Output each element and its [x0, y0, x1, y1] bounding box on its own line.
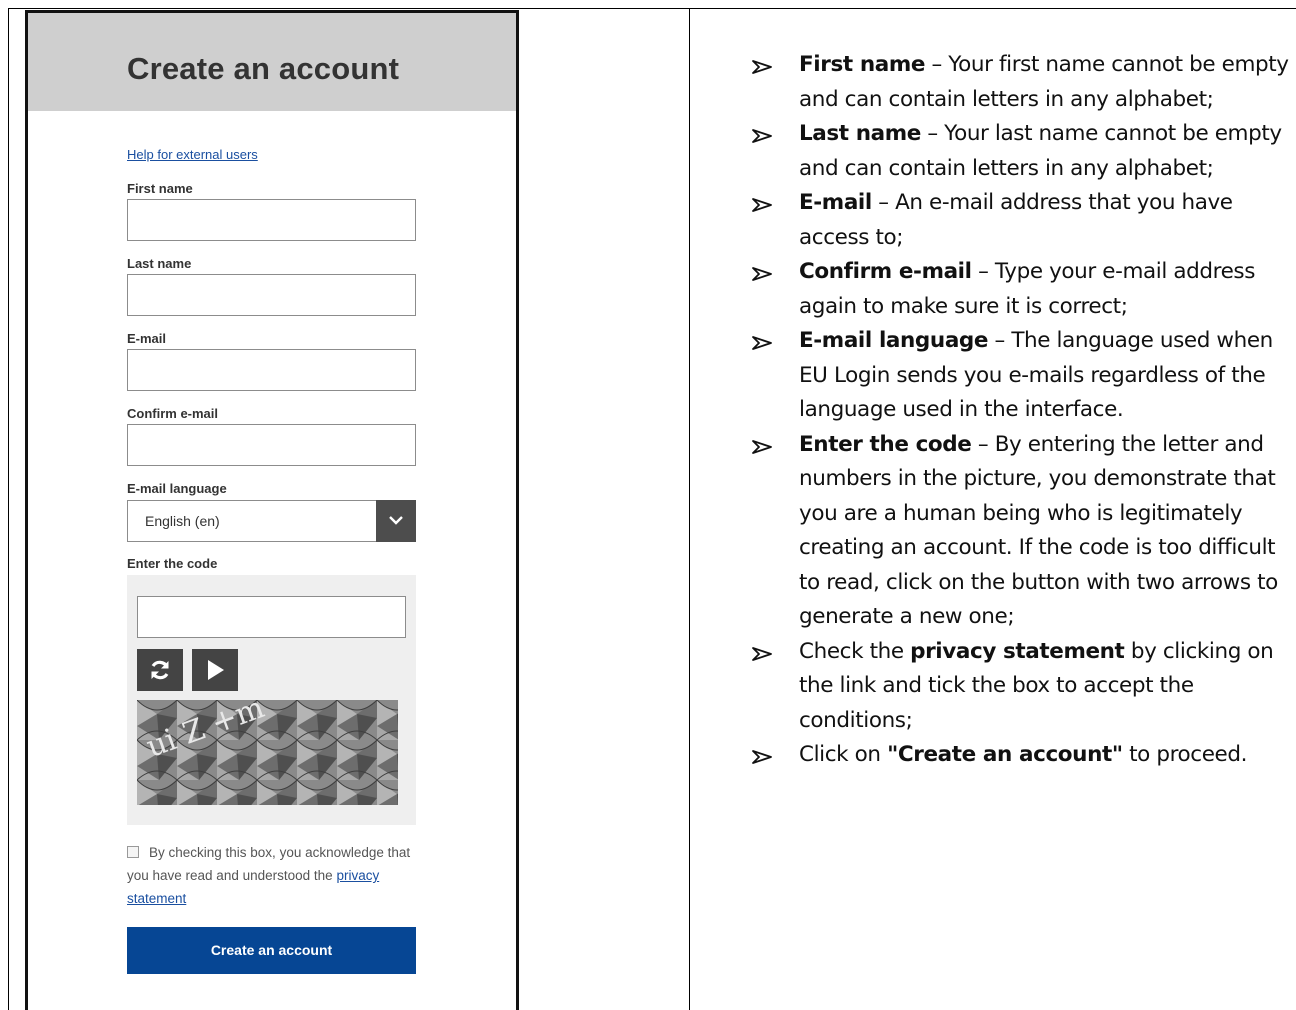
- table-left-border: [8, 8, 9, 1010]
- confirm-email-label: Confirm e-mail: [127, 406, 219, 421]
- play-icon: [208, 660, 224, 680]
- first-name-input[interactable]: [127, 199, 416, 241]
- captcha-image: ui Z +m: [137, 700, 398, 805]
- form-body: Help for external users First name Last …: [28, 13, 516, 1010]
- list-item: E-mail – An e-mail address that you have…: [752, 186, 1292, 255]
- list-item: Enter the code – By entering the letter …: [752, 428, 1292, 635]
- list-item: First name – Your first name cannot be e…: [752, 48, 1292, 117]
- first-name-label: First name: [127, 181, 193, 196]
- arrowhead-icon: [752, 750, 772, 764]
- instruction-list: First name – Your first name cannot be e…: [752, 48, 1292, 773]
- create-account-button[interactable]: Create an account: [127, 927, 416, 974]
- email-language-value: English (en): [145, 513, 220, 529]
- email-language-select[interactable]: English (en): [127, 500, 416, 542]
- help-external-users-link[interactable]: Help for external users: [127, 147, 258, 162]
- arrowhead-icon: [752, 646, 772, 661]
- privacy-checkbox[interactable]: [127, 846, 139, 858]
- captcha-input[interactable]: [137, 596, 406, 638]
- arrowhead-icon: [752, 439, 772, 454]
- table-top-border: [8, 8, 1296, 9]
- last-name-input[interactable]: [127, 274, 416, 316]
- table-column-divider: [689, 8, 690, 1010]
- privacy-consent: By checking this box, you acknowledge th…: [127, 841, 427, 910]
- refresh-captcha-button[interactable]: [137, 649, 183, 691]
- list-item: Confirm e-mail – Type your e-mail addres…: [752, 255, 1292, 324]
- email-language-label: E-mail language: [127, 481, 227, 496]
- play-audio-button[interactable]: [192, 649, 238, 691]
- chevron-down-icon: [389, 516, 403, 525]
- arrowhead-icon: [752, 198, 772, 212]
- arrowhead-icon: [752, 129, 772, 143]
- email-label: E-mail: [127, 331, 167, 346]
- arrowhead-icon: [752, 60, 772, 74]
- code-label: Enter the code: [127, 556, 218, 571]
- arrowhead-icon: [752, 267, 772, 281]
- last-name-label: Last name: [127, 256, 192, 271]
- list-item: Check the privacy statement by clicking …: [752, 635, 1292, 739]
- list-item: Last name – Your last name cannot be emp…: [752, 117, 1292, 186]
- captcha-panel: ui Z +m: [127, 575, 416, 825]
- list-item: Click on "Create an account" to proceed.: [752, 738, 1292, 773]
- email-input[interactable]: [127, 349, 416, 391]
- list-item: E-mail language – The language used when…: [752, 324, 1292, 428]
- arrowhead-icon: [752, 336, 772, 350]
- dropdown-button[interactable]: [376, 500, 416, 542]
- confirm-email-input[interactable]: [127, 424, 416, 466]
- refresh-icon: [151, 660, 169, 680]
